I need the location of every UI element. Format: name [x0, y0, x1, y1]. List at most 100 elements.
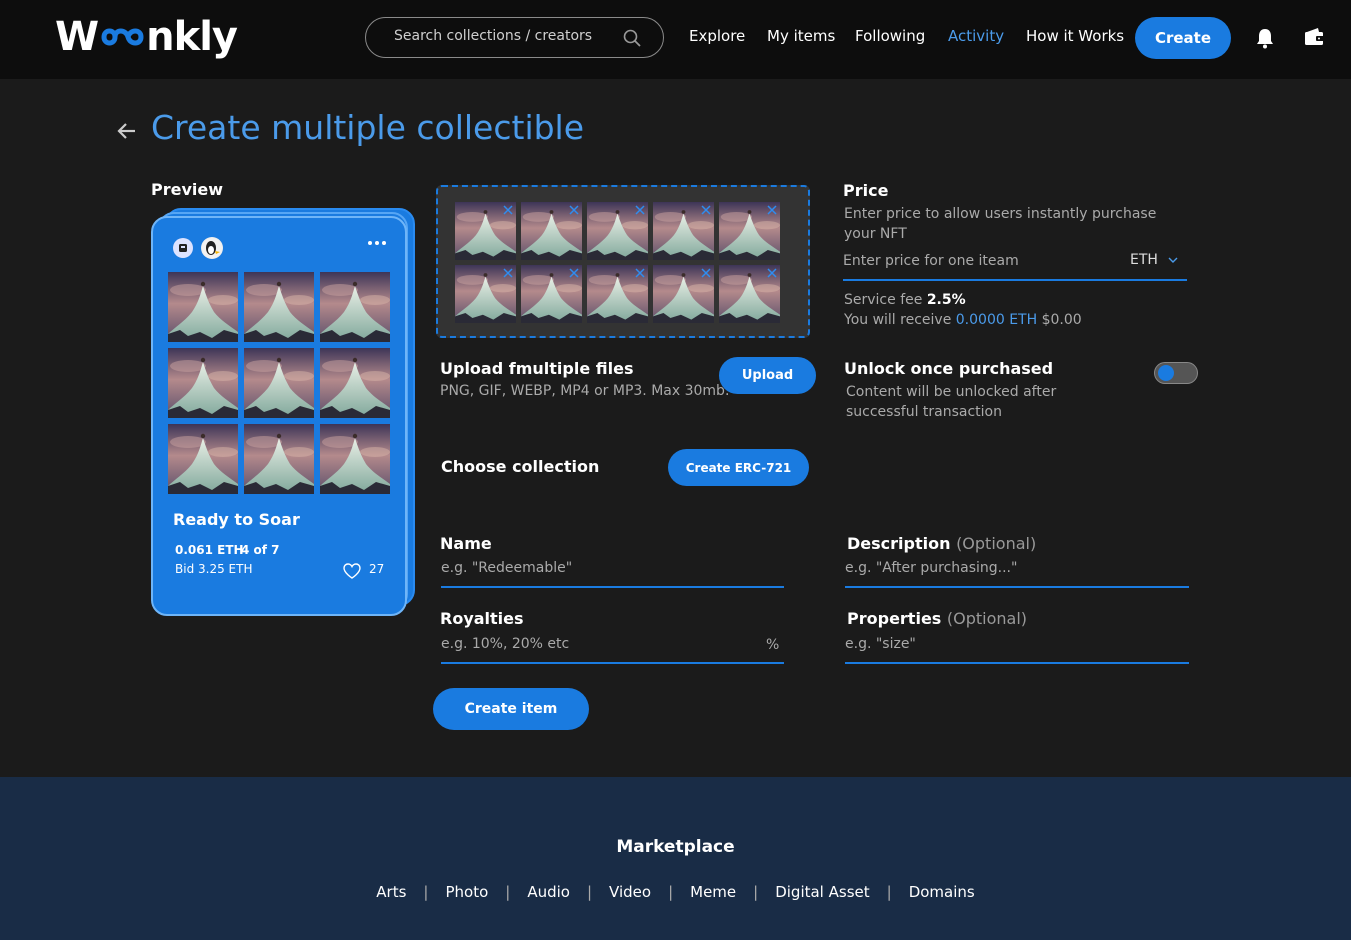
currency-select[interactable]: ETH: [1130, 252, 1178, 268]
search-input[interactable]: [394, 28, 624, 44]
royalties-input[interactable]: [441, 636, 784, 664]
uploaded-file: [455, 202, 516, 260]
upload-dropzone[interactable]: [436, 185, 810, 338]
preview-image: [244, 348, 314, 418]
remove-icon[interactable]: [635, 268, 645, 278]
receive-usd: $0.00: [1041, 312, 1082, 328]
like-count: 27: [369, 562, 385, 576]
royalties-label: Royalties: [440, 609, 524, 628]
robot-icon: [179, 244, 187, 252]
card-edition-count: 4 of 7: [241, 543, 280, 557]
receive-eth: 0.0000 ETH: [955, 312, 1038, 328]
optional-tag: (Optional): [946, 609, 1028, 628]
percent-unit: %: [766, 637, 780, 653]
more-options-icon[interactable]: [367, 240, 387, 246]
currency-value: ETH: [1130, 252, 1158, 268]
footer-link-domains[interactable]: Domains: [892, 883, 992, 901]
footer-title: Marketplace: [616, 837, 735, 857]
preview-label: Preview: [151, 180, 224, 199]
infinity-logo-icon: [101, 28, 144, 46]
card-price: 0.061 ETH: [175, 543, 244, 557]
properties-label: Properties (Optional): [847, 609, 1027, 628]
preview-image: [244, 272, 314, 342]
uploaded-file: [653, 202, 714, 260]
remove-icon[interactable]: [569, 268, 579, 278]
footer-link-photo[interactable]: Photo: [428, 883, 505, 901]
uploaded-files-grid: [455, 202, 780, 323]
preview-image: [320, 272, 390, 342]
preview-card[interactable]: Ready to Soar 0.061 ETH 4 of 7 Bid 3.25 …: [151, 216, 407, 616]
search-bar[interactable]: [365, 17, 664, 58]
remove-icon[interactable]: [503, 268, 513, 278]
price-title: Price: [843, 181, 889, 200]
remove-icon[interactable]: [767, 268, 777, 278]
nav-how-it-works[interactable]: How it Works: [1026, 27, 1124, 45]
preview-image: [168, 348, 238, 418]
uploaded-file: [521, 265, 582, 323]
description-label-text: Description: [847, 534, 951, 553]
footer-link-arts[interactable]: Arts: [359, 883, 423, 901]
card-bid: Bid 3.25 ETH: [175, 562, 253, 576]
receive-label: You will receive: [844, 312, 952, 328]
footer: Marketplace Arts | Photo | Audio | Video…: [0, 777, 1351, 940]
service-fee: Service fee 2.5%: [844, 292, 966, 308]
remove-icon[interactable]: [701, 268, 711, 278]
description-input[interactable]: [845, 560, 1189, 588]
uploaded-file: [455, 265, 516, 323]
bell-icon[interactable]: [1255, 27, 1275, 49]
upload-formats: PNG, GIF, WEBP, MP4 or MP3. Max 30mb.: [440, 383, 730, 399]
remove-icon[interactable]: [767, 205, 777, 215]
owner-avatar[interactable]: [173, 238, 193, 258]
name-label: Name: [440, 534, 492, 553]
nav-activity[interactable]: Activity: [948, 27, 1004, 45]
receive-amount: You will receive 0.0000 ETH $0.00: [844, 312, 1082, 328]
footer-link-meme[interactable]: Meme: [673, 883, 753, 901]
creator-avatar[interactable]: [201, 237, 223, 259]
choose-collection-label: Choose collection: [441, 457, 600, 476]
preview-image-grid: [168, 272, 390, 494]
toggle-knob: [1158, 365, 1174, 381]
create-erc721-button[interactable]: Create ERC-721: [668, 449, 809, 486]
nav-my-items[interactable]: My items: [767, 27, 835, 45]
unlock-title: Unlock once purchased: [844, 359, 1054, 378]
footer-links: Arts | Photo | Audio | Video | Meme | Di…: [0, 883, 1351, 901]
back-arrow-icon[interactable]: [116, 120, 138, 142]
uploaded-file: [587, 265, 648, 323]
uploaded-file: [521, 202, 582, 260]
heart-icon[interactable]: [343, 563, 361, 579]
description-label: Description (Optional): [847, 534, 1036, 553]
wallet-icon[interactable]: [1303, 27, 1325, 47]
page-title: Create multiple collectible: [151, 108, 585, 147]
preview-image: [168, 272, 238, 342]
remove-icon[interactable]: [503, 205, 513, 215]
uploaded-file: [719, 202, 780, 260]
chevron-down-icon: [1168, 257, 1178, 263]
card-title: Ready to Soar: [173, 510, 300, 529]
unlock-toggle[interactable]: [1154, 362, 1198, 384]
remove-icon[interactable]: [701, 205, 711, 215]
preview-image: [320, 348, 390, 418]
preview-image: [320, 424, 390, 494]
upload-title: Upload fmultiple files: [440, 359, 634, 378]
optional-tag: (Optional): [956, 534, 1037, 553]
uploaded-file: [653, 265, 714, 323]
top-navbar: W nkly Explore My items Following Activi…: [0, 0, 1351, 79]
name-input[interactable]: [441, 560, 784, 588]
search-icon[interactable]: [623, 29, 641, 47]
properties-input[interactable]: [845, 636, 1189, 664]
upload-button[interactable]: Upload: [719, 357, 816, 394]
woonkly-logo[interactable]: W nkly: [55, 14, 238, 60]
remove-icon[interactable]: [569, 205, 579, 215]
create-button[interactable]: Create: [1135, 17, 1231, 59]
nav-explore[interactable]: Explore: [689, 27, 745, 45]
remove-icon[interactable]: [635, 205, 645, 215]
footer-link-audio[interactable]: Audio: [510, 883, 587, 901]
uploaded-file: [587, 202, 648, 260]
footer-link-video[interactable]: Video: [592, 883, 668, 901]
footer-link-digital-asset[interactable]: Digital Asset: [758, 883, 886, 901]
nav-following[interactable]: Following: [855, 27, 925, 45]
service-fee-value: 2.5%: [926, 292, 966, 308]
penguin-icon: [202, 238, 222, 258]
preview-image: [244, 424, 314, 494]
create-item-button[interactable]: Create item: [433, 688, 589, 730]
